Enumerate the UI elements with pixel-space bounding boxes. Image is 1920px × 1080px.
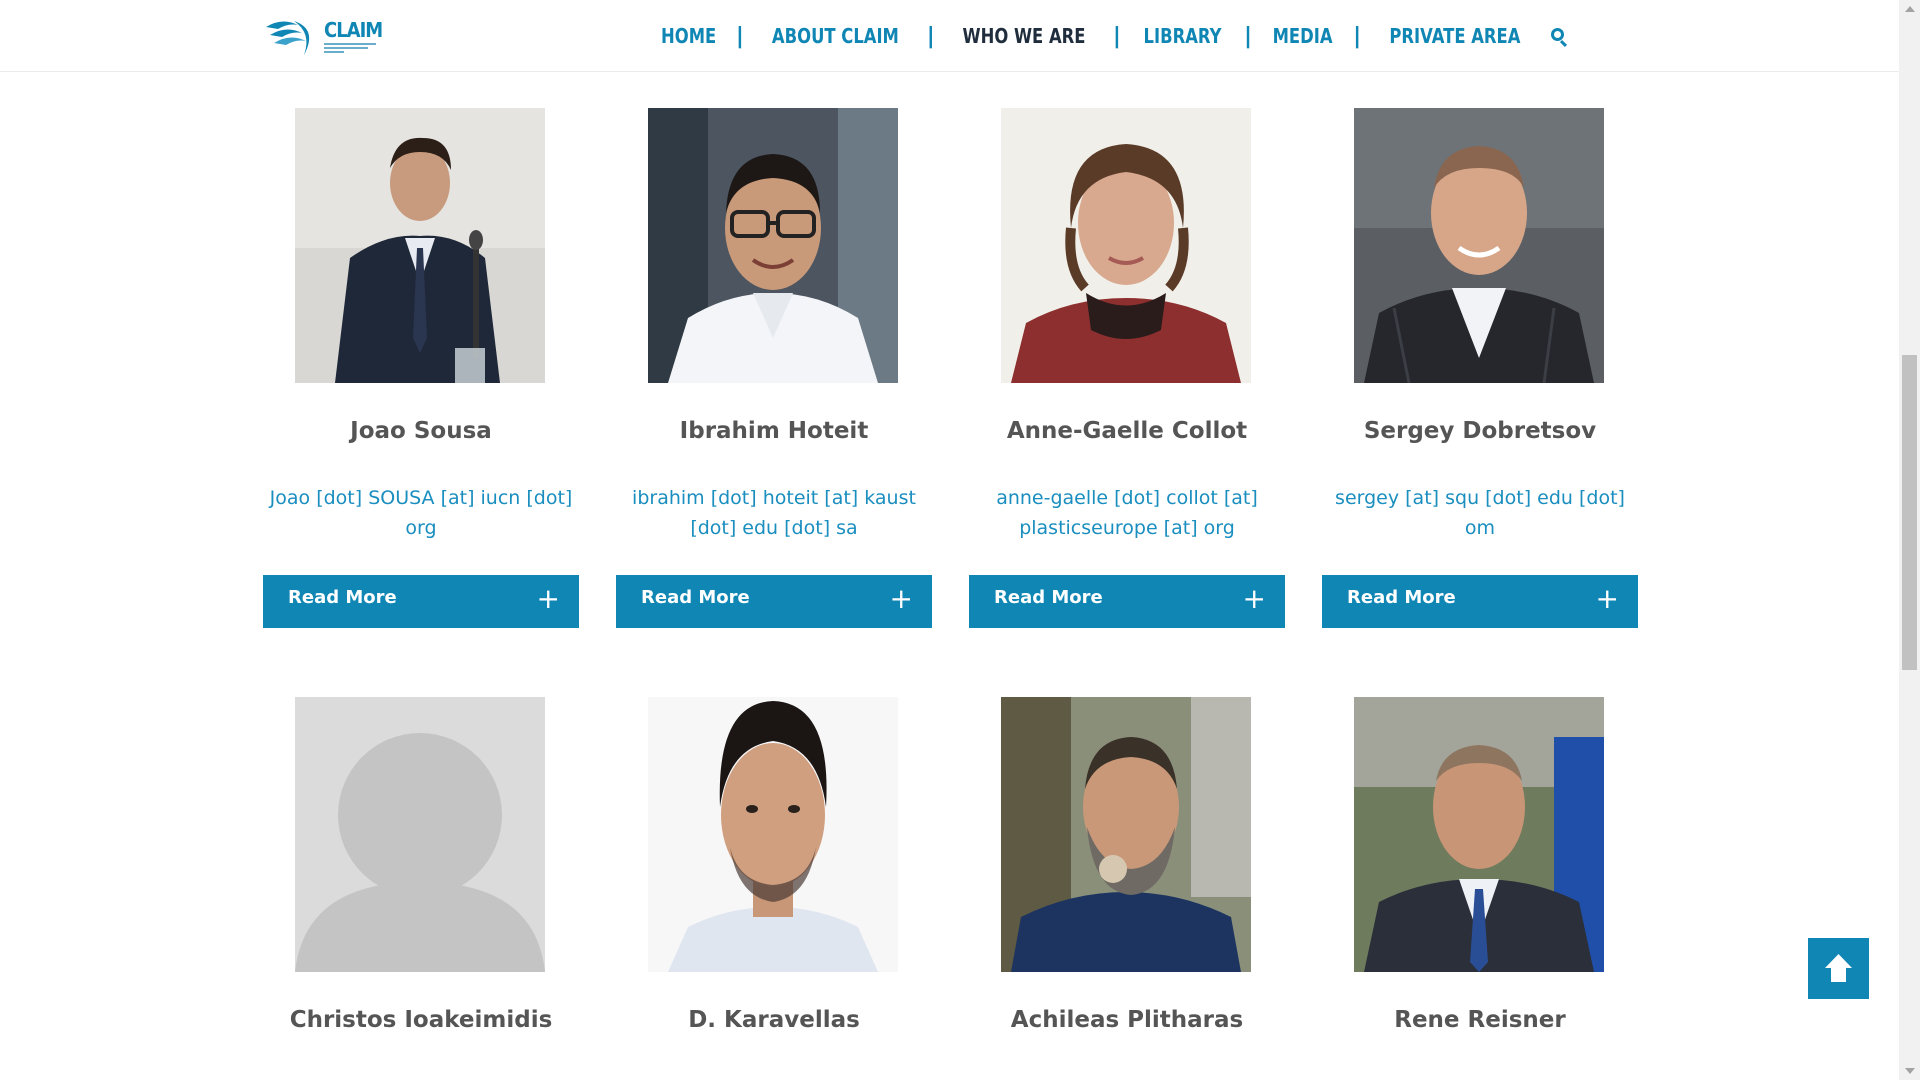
read-more-label: Read More bbox=[994, 587, 1103, 608]
member-name: Achileas Plitharas bbox=[1010, 1007, 1244, 1033]
read-more-label: Read More bbox=[641, 587, 750, 608]
read-more-label: Read More bbox=[288, 587, 397, 608]
plus-icon: + bbox=[889, 582, 913, 615]
member-name: Ibrahim Hoteit bbox=[679, 418, 869, 444]
logo-tagline-line bbox=[324, 42, 376, 45]
logo-tagline-line bbox=[324, 46, 368, 49]
nav-media[interactable]: MEDIA bbox=[1273, 24, 1333, 48]
plus-icon: + bbox=[536, 582, 560, 615]
member-email[interactable]: sergey [at] squ [dot] edu [dot] om bbox=[1322, 483, 1638, 543]
member-name: Anne-Gaelle Collot bbox=[1006, 418, 1248, 444]
member-photo-placeholder bbox=[295, 697, 545, 972]
member-photo bbox=[1354, 697, 1604, 972]
scroll-up-arrow[interactable] bbox=[1899, 0, 1920, 18]
member-name: Rene Reisner bbox=[1394, 1007, 1566, 1033]
member-email[interactable]: anne-gaelle [dot] collot [at] plasticseu… bbox=[969, 483, 1285, 543]
site-header: CLAIM HOME | ABOUT CLAIM | WHO WE ARE | … bbox=[0, 0, 1899, 72]
member-photo bbox=[648, 697, 898, 972]
member-photo bbox=[295, 108, 545, 383]
member-photo bbox=[1001, 108, 1251, 383]
member-photo bbox=[1001, 697, 1251, 972]
member-name: Sergey Dobretsov bbox=[1363, 418, 1597, 444]
main-nav: HOME | ABOUT CLAIM | WHO WE ARE | LIBRAR… bbox=[655, 0, 1569, 72]
member-name: Joao Sousa bbox=[350, 418, 492, 444]
read-more-button[interactable]: Read More + bbox=[1322, 575, 1638, 628]
vertical-scrollbar[interactable] bbox=[1899, 0, 1920, 1080]
nav-private-area[interactable]: PRIVATE AREA bbox=[1390, 24, 1521, 48]
plus-icon: + bbox=[1595, 582, 1619, 615]
arrow-up-icon bbox=[1825, 954, 1852, 982]
plus-icon: + bbox=[1242, 582, 1266, 615]
nav-library[interactable]: LIBRARY bbox=[1143, 24, 1221, 48]
avatar-placeholder-icon bbox=[295, 697, 545, 972]
read-more-button[interactable]: Read More + bbox=[969, 575, 1285, 628]
member-photo bbox=[1354, 108, 1604, 383]
nav-separator: | bbox=[926, 23, 935, 49]
nav-who-we-are[interactable]: WHO WE ARE bbox=[962, 24, 1085, 48]
member-photo bbox=[648, 108, 898, 383]
member-email[interactable]: ibrahim [dot] hoteit [at] kaust [dot] ed… bbox=[616, 483, 932, 543]
member-name: D. Karavellas bbox=[688, 1007, 860, 1033]
read-more-label: Read More bbox=[1347, 587, 1456, 608]
read-more-button[interactable]: Read More + bbox=[263, 575, 579, 628]
logo-waves-icon bbox=[266, 21, 310, 55]
nav-separator: | bbox=[735, 23, 744, 49]
nav-home[interactable]: HOME bbox=[661, 24, 716, 48]
member-name: Christos Ioakeimidis bbox=[289, 1007, 553, 1033]
scroll-thumb[interactable] bbox=[1902, 355, 1917, 670]
back-to-top-button[interactable] bbox=[1808, 938, 1869, 999]
logo-text: CLAIM bbox=[324, 17, 383, 53]
read-more-button[interactable]: Read More + bbox=[616, 575, 932, 628]
nav-separator: | bbox=[1112, 23, 1121, 49]
nav-separator: | bbox=[1243, 23, 1253, 49]
nav-about-claim[interactable]: ABOUT CLAIM bbox=[772, 24, 899, 48]
logo-wordmark: CLAIM bbox=[324, 17, 383, 42]
scroll-down-arrow[interactable] bbox=[1899, 1062, 1920, 1080]
search-icon[interactable] bbox=[1549, 26, 1569, 48]
logo-tagline-line bbox=[324, 50, 344, 53]
member-email[interactable]: Joao [dot] SOUSA [at] iucn [dot] org bbox=[263, 483, 579, 543]
nav-separator: | bbox=[1353, 23, 1362, 49]
claim-logo[interactable]: CLAIM bbox=[264, 14, 383, 58]
